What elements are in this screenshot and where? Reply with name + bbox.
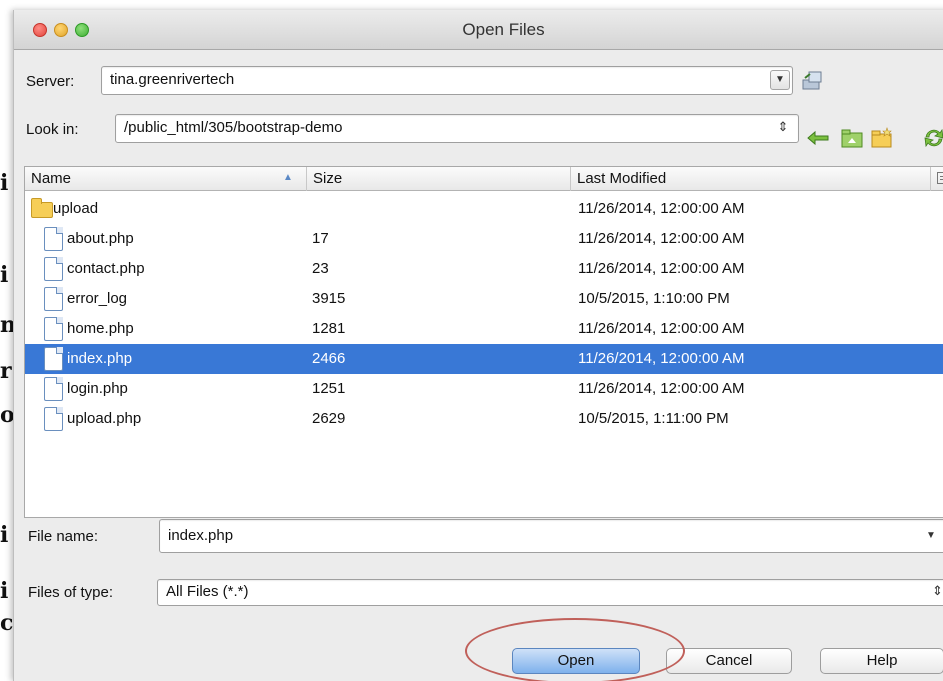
column-header-size[interactable]: Size [307, 167, 571, 191]
server-combobox[interactable]: tina.greenrivertech [101, 66, 793, 95]
file-list[interactable]: Name ▲ Size Last Modified upload 11/26/2… [24, 166, 943, 518]
chevron-down-icon[interactable]: ▼ [770, 70, 790, 90]
file-name: error_log [67, 290, 128, 307]
window-title: Open Files [462, 20, 545, 39]
file-size: 2629 [312, 410, 346, 427]
file-modified: 11/26/2014, 12:00:00 AM [578, 380, 745, 397]
chevron-down-icon[interactable]: ▼ [926, 530, 936, 541]
server-connect-icon[interactable] [800, 68, 824, 92]
open-files-dialog: Open Files Server: tina.greenrivertech ▼… [13, 10, 943, 681]
back-arrow-icon[interactable] [806, 127, 830, 149]
file-modified: 10/5/2015, 1:10:00 PM [578, 290, 730, 307]
new-folder-icon[interactable] [870, 127, 894, 149]
file-size: 23 [312, 260, 329, 277]
background-text: i [0, 262, 9, 288]
server-value: tina.greenrivertech [110, 71, 235, 88]
file-modified: 11/26/2014, 12:00:00 AM [578, 320, 745, 337]
server-label: Server: [26, 73, 75, 90]
column-header-name[interactable]: Name [25, 167, 307, 191]
file-size: 17 [312, 230, 329, 247]
refresh-icon[interactable] [922, 127, 943, 149]
background-text: r [0, 358, 12, 384]
folder-icon [31, 198, 53, 218]
title-bar: Open Files [14, 10, 943, 50]
file-modified: 11/26/2014, 12:00:00 AM [578, 200, 745, 217]
file-name: login.php [67, 380, 128, 397]
file-size: 3915 [312, 290, 346, 307]
file-name-label: File name: [28, 528, 99, 545]
home-folder-icon[interactable] [840, 127, 864, 149]
help-button[interactable]: Help [820, 648, 943, 674]
list-item[interactable]: login.php 1251 11/26/2014, 12:00:00 AM [25, 374, 943, 404]
document-icon [44, 317, 63, 341]
column-header-last-modified[interactable]: Last Modified [571, 167, 931, 191]
list-item[interactable]: upload 11/26/2014, 12:00:00 AM [25, 194, 943, 224]
file-modified: 10/5/2015, 1:11:00 PM [578, 410, 729, 427]
look-in-label: Look in: [26, 121, 79, 138]
background-text: i [0, 170, 9, 196]
file-name-value: index.php [168, 527, 234, 544]
file-name: about.php [67, 230, 134, 247]
look-in-value: /public_html/305/bootstrap-demo [124, 119, 343, 136]
file-name: home.php [67, 320, 134, 337]
file-list-header: Name ▲ Size Last Modified [25, 167, 943, 191]
up-down-chevron-icon[interactable]: ⇕ [932, 583, 943, 599]
file-name: upload [53, 200, 99, 217]
list-item[interactable]: home.php 1281 11/26/2014, 12:00:00 AM [25, 314, 943, 344]
background-text: i [0, 522, 9, 548]
file-name: upload.php [67, 410, 142, 427]
list-item[interactable]: about.php 17 11/26/2014, 12:00:00 AM [25, 224, 943, 254]
sort-ascending-icon: ▲ [283, 172, 293, 183]
file-size: 1251 [312, 380, 346, 397]
file-modified: 11/26/2014, 12:00:00 AM [578, 350, 745, 367]
document-icon [44, 287, 63, 311]
document-icon [44, 227, 63, 251]
list-item[interactable]: upload.php 2629 10/5/2015, 1:11:00 PM [25, 404, 943, 434]
document-icon [44, 347, 63, 371]
file-modified: 11/26/2014, 12:00:00 AM [578, 260, 745, 277]
list-item[interactable]: error_log 3915 10/5/2015, 1:10:00 PM [25, 284, 943, 314]
file-size: 1281 [312, 320, 346, 337]
list-item[interactable]: contact.php 23 11/26/2014, 12:00:00 AM [25, 254, 943, 284]
background-page: i i n r o i i c [0, 0, 16, 681]
list-item-selected[interactable]: index.php 2466 11/26/2014, 12:00:00 AM [25, 344, 943, 374]
file-size: 2466 [312, 350, 346, 367]
up-down-chevron-icon[interactable]: ⇕ [773, 118, 793, 138]
files-of-type-label: Files of type: [28, 584, 114, 601]
background-text: c [0, 610, 14, 636]
column-chooser-icon[interactable] [937, 172, 943, 184]
file-name-input[interactable]: index.php [159, 519, 943, 553]
highlight-ring [465, 618, 685, 681]
file-name: contact.php [67, 260, 145, 277]
document-icon [44, 377, 63, 401]
background-text: i [0, 578, 9, 604]
file-name: index.php [67, 350, 133, 367]
document-icon [44, 407, 63, 431]
document-icon [44, 257, 63, 281]
files-of-type-value: All Files (*.*) [166, 583, 249, 600]
look-in-combobox[interactable]: /public_html/305/bootstrap-demo [115, 114, 799, 143]
files-of-type-select[interactable]: All Files (*.*) [157, 579, 943, 606]
file-modified: 11/26/2014, 12:00:00 AM [578, 230, 745, 247]
